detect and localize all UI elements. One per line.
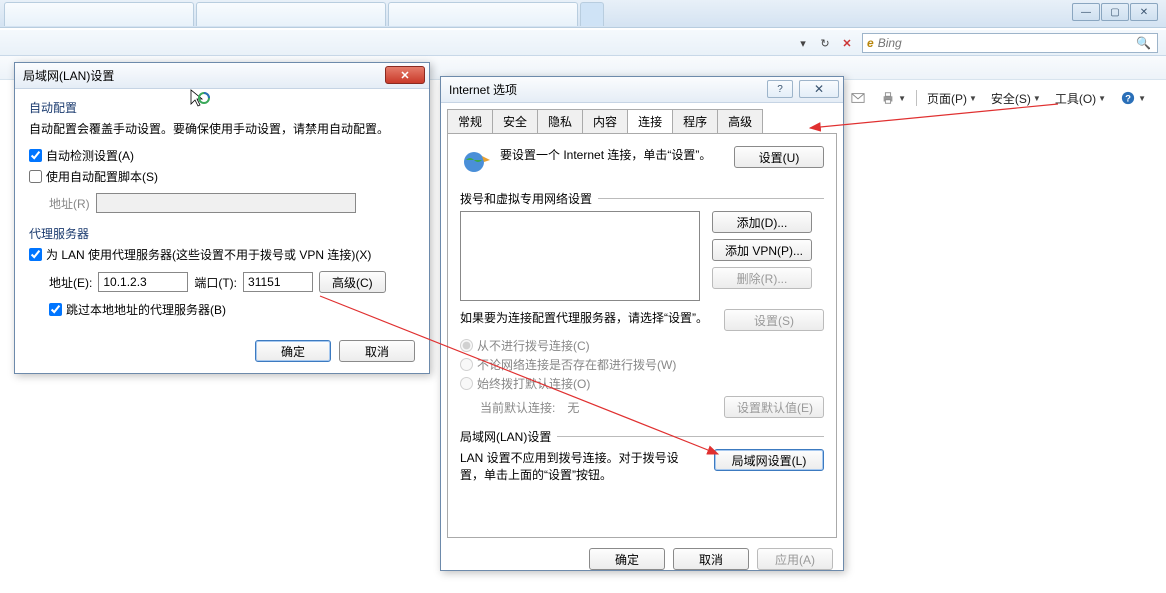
lan-settings-button[interactable]: 局域网设置(L) xyxy=(714,449,824,471)
setup-button[interactable]: 设置(U) xyxy=(734,146,824,168)
print-button[interactable]: ▼ xyxy=(876,88,910,108)
setup-text: 要设置一个 Internet 连接，单击“设置”。 xyxy=(500,146,726,163)
radio-always-dial[interactable] xyxy=(460,377,473,390)
internet-options-title: Internet 选项 xyxy=(449,81,517,98)
use-script-label: 使用自动配置脚本(S) xyxy=(46,168,158,185)
mail-icon xyxy=(850,90,866,106)
proxy-address-label: 地址(E): xyxy=(49,274,92,291)
set-default-button[interactable]: 设置默认值(E) xyxy=(724,396,824,418)
browser-tab[interactable] xyxy=(196,2,386,26)
lan-note: LAN 设置不应用到拨号连接。对于拨号设置，单击上面的“设置”按钮。 xyxy=(460,449,702,483)
proxy-group-title: 代理服务器 xyxy=(29,225,415,242)
lan-settings-dialog: 局域网(LAN)设置 ✕ 自动配置 自动配置会覆盖手动设置。要确保使用手动设置，… xyxy=(14,62,430,374)
help-menu[interactable]: ? ▼ xyxy=(1116,88,1150,108)
current-default-label: 当前默认连接: xyxy=(480,399,555,416)
internet-options-titlebar: Internet 选项 ? ✕ xyxy=(441,77,843,103)
script-address-label: 地址(R) xyxy=(49,195,90,212)
help-button[interactable]: ? xyxy=(767,80,793,98)
tab-connections[interactable]: 连接 xyxy=(627,109,673,133)
dialup-section-label: 拨号和虚拟专用网络设置 xyxy=(460,190,824,207)
new-tab-button[interactable] xyxy=(580,2,604,26)
auto-config-title: 自动配置 xyxy=(29,99,415,116)
close-button[interactable]: ✕ xyxy=(385,66,425,84)
add-vpn-button[interactable]: 添加 VPN(P)... xyxy=(712,239,812,261)
stop-icon[interactable]: ✕ xyxy=(838,34,856,52)
bypass-local-label: 跳过本地地址的代理服务器(B) xyxy=(66,301,226,318)
minimize-button[interactable]: — xyxy=(1072,3,1100,21)
bypass-local-checkbox[interactable] xyxy=(49,303,62,316)
page-menu-label: 页面(P) xyxy=(927,90,967,107)
tools-menu[interactable]: 工具(O) ▼ xyxy=(1051,88,1110,109)
auto-detect-checkbox[interactable] xyxy=(29,149,42,162)
separator xyxy=(916,90,917,106)
tab-privacy[interactable]: 隐私 xyxy=(537,109,583,133)
search-box[interactable]: e 🔍 xyxy=(862,33,1158,53)
lan-settings-body: 自动配置 自动配置会覆盖手动设置。要确保使用手动设置，请禁用自动配置。 自动检测… xyxy=(15,89,429,332)
tab-general[interactable]: 常规 xyxy=(447,109,493,133)
proxy-port-input[interactable] xyxy=(243,272,313,292)
internet-options-tabs: 常规 安全 隐私 内容 连接 程序 高级 xyxy=(447,109,837,133)
script-address-input xyxy=(96,193,356,213)
proxy-port-label: 端口(T): xyxy=(194,274,237,291)
safety-menu-label: 安全(S) xyxy=(991,90,1031,107)
window-chrome: — ▢ ✕ xyxy=(0,0,1166,28)
mail-button[interactable] xyxy=(846,88,870,108)
lan-settings-titlebar: 局域网(LAN)设置 ✕ xyxy=(15,63,429,89)
help-icon: ? xyxy=(1120,90,1136,106)
tab-advanced[interactable]: 高级 xyxy=(717,109,763,133)
connections-listbox[interactable] xyxy=(460,211,700,301)
window-controls: — ▢ ✕ xyxy=(1072,3,1158,21)
lan-ok-button[interactable]: 确定 xyxy=(255,340,331,362)
search-input[interactable] xyxy=(878,36,1153,50)
use-proxy-label: 为 LAN 使用代理服务器(这些设置不用于拨号或 VPN 连接)(X) xyxy=(46,246,371,263)
printer-icon xyxy=(880,90,896,106)
window-close-button[interactable]: ✕ xyxy=(1130,3,1158,21)
connections-panel: 要设置一个 Internet 连接，单击“设置”。 设置(U) 拨号和虚拟专用网… xyxy=(447,133,837,538)
remove-button[interactable]: 删除(R)... xyxy=(712,267,812,289)
tab-security[interactable]: 安全 xyxy=(492,109,538,133)
refresh-icon[interactable]: ↻ xyxy=(816,34,834,52)
safety-menu[interactable]: 安全(S) ▼ xyxy=(987,88,1045,109)
proxy-advanced-button[interactable]: 高级(C) xyxy=(319,271,386,293)
tools-menu-label: 工具(O) xyxy=(1055,90,1096,107)
internet-options-footer: 确定 取消 应用(A) xyxy=(441,544,843,580)
bing-icon: e xyxy=(867,36,874,50)
search-icon[interactable]: 🔍 xyxy=(1136,36,1151,50)
address-search-row: ▾ ↻ ✕ e 🔍 xyxy=(0,30,1166,56)
browser-tab[interactable] xyxy=(4,2,194,26)
add-button[interactable]: 添加(D)... xyxy=(712,211,812,233)
nav-icons: ▾ ↻ ✕ xyxy=(794,34,856,52)
lan-settings-footer: 确定 取消 xyxy=(15,332,429,376)
proxy-address-input[interactable] xyxy=(98,272,188,292)
browser-tabs xyxy=(4,2,604,26)
use-proxy-checkbox[interactable] xyxy=(29,248,42,261)
close-button[interactable]: ✕ xyxy=(799,80,839,98)
connection-settings-button[interactable]: 设置(S) xyxy=(724,309,824,331)
lan-settings-title: 局域网(LAN)设置 xyxy=(23,67,114,84)
io-ok-button[interactable]: 确定 xyxy=(589,548,665,570)
use-script-checkbox[interactable] xyxy=(29,170,42,183)
globe-icon xyxy=(460,146,492,178)
dropdown-icon[interactable]: ▾ xyxy=(794,34,812,52)
lan-cancel-button[interactable]: 取消 xyxy=(339,340,415,362)
auto-detect-label: 自动检测设置(A) xyxy=(46,147,134,164)
lan-section-label: 局域网(LAN)设置 xyxy=(460,428,824,445)
internet-options-dialog: Internet 选项 ? ✕ 常规 安全 隐私 内容 连接 程序 高级 要设置… xyxy=(440,76,844,571)
page-menu[interactable]: 页面(P) ▼ xyxy=(923,88,981,109)
radio-never-dial[interactable] xyxy=(460,339,473,352)
radio-dial-whenever[interactable] xyxy=(460,358,473,371)
maximize-button[interactable]: ▢ xyxy=(1101,3,1129,21)
io-cancel-button[interactable]: 取消 xyxy=(673,548,749,570)
io-apply-button[interactable]: 应用(A) xyxy=(757,548,833,570)
current-default-value: 无 xyxy=(567,399,579,416)
tab-content[interactable]: 内容 xyxy=(582,109,628,133)
tab-programs[interactable]: 程序 xyxy=(672,109,718,133)
svg-text:?: ? xyxy=(1125,94,1131,105)
proxy-note: 如果要为连接配置代理服务器，请选择“设置”。 xyxy=(460,309,712,326)
browser-tab[interactable] xyxy=(388,2,578,26)
auto-config-desc: 自动配置会覆盖手动设置。要确保使用手动设置，请禁用自动配置。 xyxy=(29,120,415,137)
